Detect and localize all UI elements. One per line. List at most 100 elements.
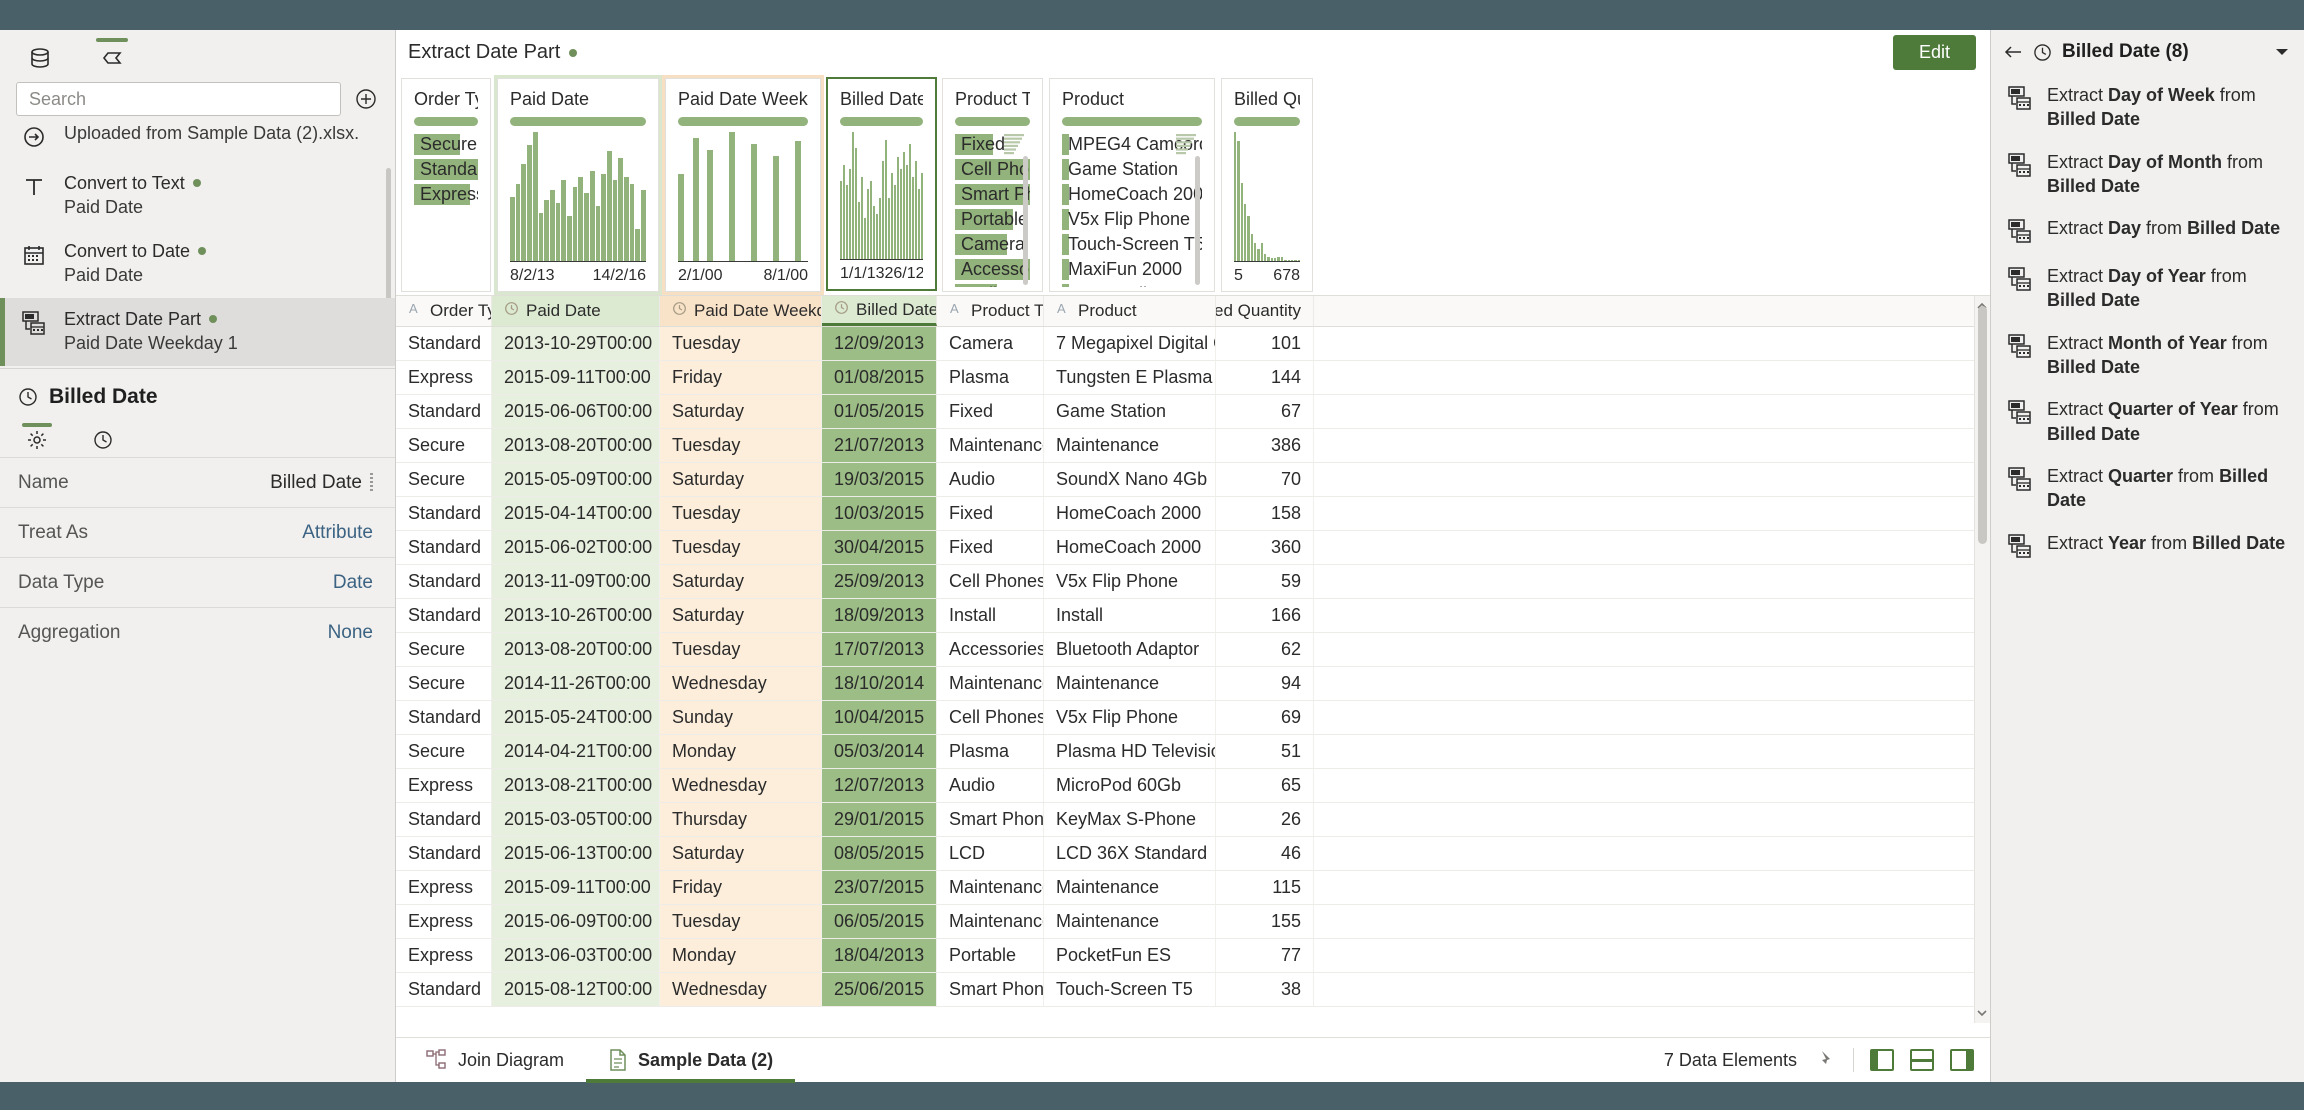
- table-cell[interactable]: 2015-03-05T00:00: [492, 803, 660, 836]
- table-cell[interactable]: Standard: [396, 837, 492, 870]
- category-item[interactable]: Smart Ph...: [955, 183, 1030, 206]
- table-cell[interactable]: 2015-06-09T00:00: [492, 905, 660, 938]
- layout-left-icon[interactable]: [1870, 1049, 1894, 1071]
- table-cell[interactable]: HomeCoach 2000: [1044, 531, 1216, 564]
- category-item[interactable]: CompCell RX3: [1062, 283, 1202, 287]
- category-item[interactable]: Accessories: [955, 258, 1030, 281]
- table-cell[interactable]: 386: [1216, 429, 1314, 462]
- table-cell[interactable]: PocketFun ES: [1044, 939, 1216, 972]
- table-cell[interactable]: Standard: [396, 701, 492, 734]
- table-row[interactable]: Secure 2014-04-21T00:00 Monday 05/03/2014 Pl…: [396, 735, 1990, 769]
- card-scrollbar[interactable]: [1195, 156, 1200, 285]
- table-cell[interactable]: Maintenance: [1044, 429, 1216, 462]
- table-cell[interactable]: Plasma: [937, 735, 1044, 768]
- table-cell[interactable]: Tuesday: [660, 905, 822, 938]
- category-item[interactable]: Secure: [414, 133, 478, 156]
- table-cell[interactable]: Saturday: [660, 837, 822, 870]
- table-cell[interactable]: Tuesday: [660, 429, 822, 462]
- table-cell[interactable]: Saturday: [660, 565, 822, 598]
- table-cell[interactable]: Maintenance: [937, 905, 1044, 938]
- category-item[interactable]: MaxiFun 2000: [1062, 258, 1202, 281]
- table-cell[interactable]: LCD: [937, 837, 1044, 870]
- profile-card[interactable]: Billed Quantity 5 678: [1221, 78, 1313, 292]
- table-cell[interactable]: 2014-11-26T00:00: [492, 667, 660, 700]
- table-cell[interactable]: 01/08/2015: [822, 361, 937, 394]
- profile-card[interactable]: Paid Date 8/2/13 14/2/16: [497, 78, 659, 292]
- suggestion-item[interactable]: Extract Month of Year from Billed Date: [1991, 322, 2304, 389]
- table-row[interactable]: Standard 2015-06-13T00:00 Saturday 08/05/20…: [396, 837, 1990, 871]
- table-cell[interactable]: Standard: [396, 531, 492, 564]
- table-row[interactable]: Secure 2015-05-09T00:00 Saturday 19/03/2015…: [396, 463, 1990, 497]
- table-cell[interactable]: Express: [396, 361, 492, 394]
- table-cell[interactable]: Sunday: [660, 701, 822, 734]
- table-cell[interactable]: Standard: [396, 599, 492, 632]
- table-row[interactable]: Standard 2015-04-14T00:00 Tuesday 10/03/201…: [396, 497, 1990, 531]
- table-row[interactable]: Standard 2015-06-02T00:00 Tuesday 30/04/201…: [396, 531, 1990, 565]
- table-cell[interactable]: 18/10/2014: [822, 667, 937, 700]
- table-row[interactable]: Express 2013-06-03T00:00 Monday 18/04/2013 P…: [396, 939, 1990, 973]
- table-cell[interactable]: Secure: [396, 667, 492, 700]
- table-row[interactable]: Standard 2015-05-24T00:00 Sunday 10/04/2015…: [396, 701, 1990, 735]
- category-item[interactable]: Express: [414, 183, 478, 206]
- table-row[interactable]: Standard 2013-10-26T00:00 Saturday 18/09/20…: [396, 599, 1990, 633]
- table-cell[interactable]: 29/01/2015: [822, 803, 937, 836]
- table-cell[interactable]: Plasma: [937, 361, 1044, 394]
- table-cell[interactable]: 06/05/2015: [822, 905, 937, 938]
- table-cell[interactable]: 2015-09-11T00:00: [492, 871, 660, 904]
- table-cell[interactable]: HomeCoach 2000: [1044, 497, 1216, 530]
- table-cell[interactable]: Bluetooth Adaptor: [1044, 633, 1216, 666]
- table-cell[interactable]: 2015-04-14T00:00: [492, 497, 660, 530]
- table-cell[interactable]: Smart Phones: [937, 973, 1044, 1006]
- suggestion-item[interactable]: Extract Day of Year from Billed Date: [1991, 255, 2304, 322]
- category-item[interactable]: Touch-Screen T5: [1062, 233, 1202, 256]
- table-row[interactable]: Secure 2014-11-26T00:00 Wednesday 18/10/201…: [396, 667, 1990, 701]
- table-cell[interactable]: 166: [1216, 599, 1314, 632]
- step-item-convert-to-date[interactable]: Convert to Date Paid Date: [0, 230, 395, 298]
- table-cell[interactable]: 51: [1216, 735, 1314, 768]
- table-cell[interactable]: 10/03/2015: [822, 497, 937, 530]
- table-cell[interactable]: Tuesday: [660, 497, 822, 530]
- table-cell[interactable]: Thursday: [660, 803, 822, 836]
- table-cell[interactable]: Fixed: [937, 395, 1044, 428]
- table-row[interactable]: Express 2015-06-09T00:00 Tuesday 06/05/2015…: [396, 905, 1990, 939]
- table-cell[interactable]: 62: [1216, 633, 1314, 666]
- table-cell[interactable]: Maintenance: [937, 871, 1044, 904]
- table-cell[interactable]: 17/07/2013: [822, 633, 937, 666]
- table-cell[interactable]: 67: [1216, 395, 1314, 428]
- step-item-extract-date-part[interactable]: Extract Date Part Paid Date Weekday 1: [0, 297, 395, 366]
- tab-join-diagram[interactable]: Join Diagram: [404, 1038, 586, 1083]
- table-cell[interactable]: 94: [1216, 667, 1314, 700]
- table-cell[interactable]: 69: [1216, 701, 1314, 734]
- table-cell[interactable]: 25/09/2013: [822, 565, 937, 598]
- property-value[interactable]: None: [328, 622, 373, 644]
- table-cell[interactable]: Smart Phones: [937, 803, 1044, 836]
- table-cell[interactable]: Maintenance: [937, 429, 1044, 462]
- table-cell[interactable]: Monday: [660, 735, 822, 768]
- table-cell[interactable]: Secure: [396, 633, 492, 666]
- table-cell[interactable]: Portable: [937, 939, 1044, 972]
- table-cell[interactable]: 2013-08-20T00:00: [492, 429, 660, 462]
- category-item[interactable]: V5x Flip Phone: [1062, 208, 1202, 231]
- table-cell[interactable]: 2013-10-26T00:00: [492, 599, 660, 632]
- table-cell[interactable]: Monday: [660, 939, 822, 972]
- step-item-convert-to-text[interactable]: Convert to Text Paid Date: [0, 162, 395, 230]
- table-cell[interactable]: Standard: [396, 973, 492, 1006]
- table-cell[interactable]: 2013-08-20T00:00: [492, 633, 660, 666]
- grid-column-header[interactable]: Billed Quantity: [1216, 296, 1314, 326]
- table-cell[interactable]: 77: [1216, 939, 1314, 972]
- table-cell[interactable]: 2013-10-29T00:00: [492, 327, 660, 360]
- property-value[interactable]: Attribute: [302, 522, 373, 544]
- table-cell[interactable]: Accessories: [937, 633, 1044, 666]
- table-cell[interactable]: Game Station: [1044, 395, 1216, 428]
- table-cell[interactable]: 2015-06-02T00:00: [492, 531, 660, 564]
- suggestion-item[interactable]: Extract Day of Month from Billed Date: [1991, 141, 2304, 208]
- table-cell[interactable]: Express: [396, 939, 492, 972]
- table-cell[interactable]: Install: [937, 599, 1044, 632]
- grid-column-header[interactable]: A Order Type: [396, 296, 492, 326]
- table-cell[interactable]: 144: [1216, 361, 1314, 394]
- table-row[interactable]: Express 2013-08-21T00:00 Wednesday 12/07/20…: [396, 769, 1990, 803]
- grid-column-header[interactable]: A Product: [1044, 296, 1216, 326]
- chevron-down-icon[interactable]: [2274, 46, 2290, 58]
- table-cell[interactable]: Standard: [396, 803, 492, 836]
- grid-column-header[interactable]: Billed Date: [822, 296, 937, 326]
